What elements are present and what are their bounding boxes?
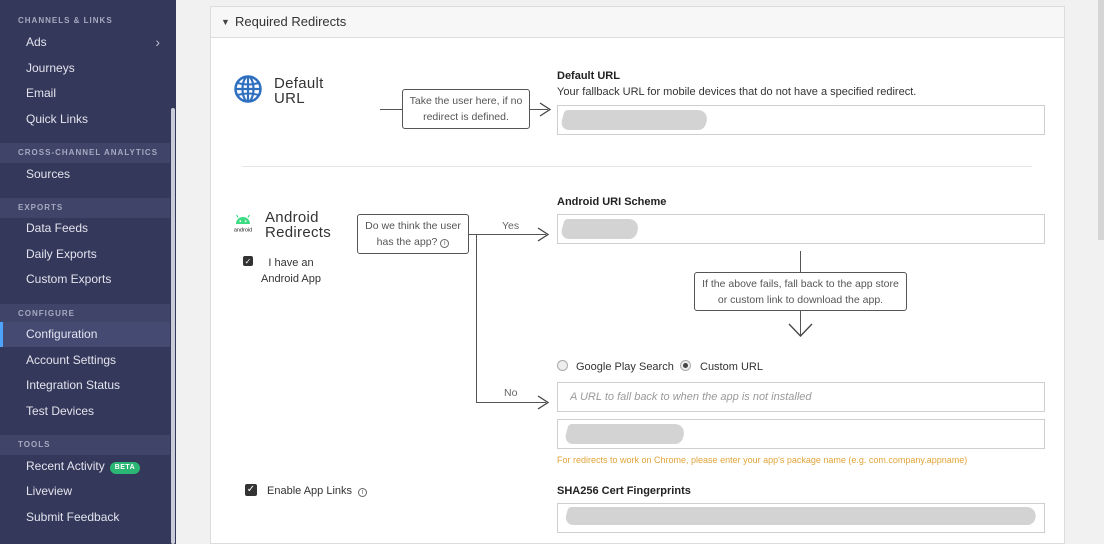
sidebar-scrollbar[interactable] [171,108,175,544]
redacted-value [563,424,687,444]
sha256-cert-label: SHA256 Cert Fingerprints [557,485,691,497]
google-play-search-radio[interactable] [557,360,568,371]
label-line: Android App [261,273,321,285]
default-url-callout: Take the user here, if no redirect is de… [402,89,530,129]
sidebar-item-configuration[interactable]: Configuration [0,322,170,347]
default-url-title-line2: URL [274,90,305,107]
label-line: I have an [268,257,314,269]
yes-label: Yes [502,220,520,232]
redacted-value [559,219,641,239]
callout-line: If the above fails, fall back to the app… [702,278,899,290]
globe-icon [234,75,262,103]
callout-line: redirect is defined. [423,111,509,123]
sidebar-item-data-feeds[interactable]: Data Feeds [0,216,170,241]
enable-app-links-label: Enable App Links [267,485,353,497]
section-divider [242,166,1032,167]
beta-badge: BETA [109,462,141,474]
sidebar: CHANNELS & LINKS Ads › Journeys Email Qu… [0,0,176,544]
connector-line [800,251,801,273]
callout-text: has the app? [376,236,438,248]
sidebar-item-liveview[interactable]: Liveview [0,479,170,504]
default-url-label: Default URL [557,70,620,82]
panel-title: Required Redirects [235,14,347,29]
sidebar-section-exports: EXPORTS [0,198,170,218]
arrow-right-icon [537,395,550,410]
custom-url-label: Custom URL [700,361,763,373]
sidebar-item-submit-feedback[interactable]: Submit Feedback [0,505,170,530]
panel-header-toggle[interactable]: ▼ Required Redirects [210,6,1065,38]
branch-line [476,390,477,402]
branch-line [476,234,477,394]
enable-app-links-row: Enable App Links i [267,485,368,497]
google-play-search-label: Google Play Search [576,361,674,373]
sidebar-item-daily-exports[interactable]: Daily Exports [0,242,170,267]
sidebar-section-channels-links: CHANNELS & LINKS [18,16,113,25]
sidebar-item-journeys[interactable]: Journeys [0,56,170,81]
sidebar-item-custom-exports[interactable]: Custom Exports [0,267,170,292]
android-title-line1: Android [265,209,319,226]
sidebar-item-quick-links[interactable]: Quick Links [0,107,170,132]
sidebar-item-label: Ads [26,35,47,49]
android-title-line2: Redirects [265,224,332,241]
android-redirects-title: Android Redirects [265,210,331,240]
no-label: No [504,387,518,399]
android-uri-scheme-label: Android URI Scheme [557,196,667,208]
callout-line: Do we think the user [365,220,461,232]
default-url-title-line1: Default [274,75,324,92]
default-url-title: Default URL [274,76,324,106]
sidebar-item-integration-status[interactable]: Integration Status [0,373,170,398]
package-name-hint: For redirects to work on Chrome, please … [557,455,968,465]
sidebar-item-email[interactable]: Email [0,81,170,106]
arrow-right-icon [539,102,552,117]
enable-app-links-checkbox[interactable]: ✓ [245,484,257,496]
chevron-right-icon: › [155,34,160,50]
sidebar-item-label: Recent Activity [26,459,105,473]
custom-url-input[interactable] [557,382,1045,412]
default-url-description: Your fallback URL for mobile devices tha… [557,86,917,98]
has-android-app-label: I have an Android App [260,255,322,287]
info-icon[interactable]: i [440,239,450,248]
android-logo-icon: android [234,214,252,234]
sidebar-item-ads[interactable]: Ads › [0,30,170,55]
info-icon[interactable]: i [358,488,368,497]
page-scrollbar[interactable] [1098,0,1104,240]
callout-line: or custom link to download the app. [717,294,884,306]
sidebar-item-recent-activity[interactable]: Recent Activity BETA [0,454,170,479]
callout-line: has the app? i [364,234,462,250]
redacted-value [563,507,1039,525]
has-android-app-checkbox[interactable]: ✓ [243,256,253,266]
sidebar-item-sources[interactable]: Sources [0,162,170,187]
connector-line [380,109,402,110]
custom-url-radio[interactable] [680,360,691,371]
svg-text:android: android [234,228,252,234]
sidebar-section-tools: TOOLS [0,435,170,455]
fallback-callout: If the above fails, fall back to the app… [694,272,907,311]
arrow-down-icon [788,323,813,337]
redacted-value [559,110,710,130]
sidebar-section-cross-channel-analytics: CROSS-CHANNEL ANALYTICS [0,143,170,163]
callout-line: Take the user here, if no [409,95,523,107]
has-app-question-callout: Do we think the user has the app? i [357,214,469,254]
arrow-right-icon [537,227,550,242]
sidebar-item-test-devices[interactable]: Test Devices [0,399,170,424]
sidebar-section-configure: CONFIGURE [0,304,170,324]
caret-down-icon: ▼ [221,17,230,27]
sidebar-item-account-settings[interactable]: Account Settings [0,348,170,373]
